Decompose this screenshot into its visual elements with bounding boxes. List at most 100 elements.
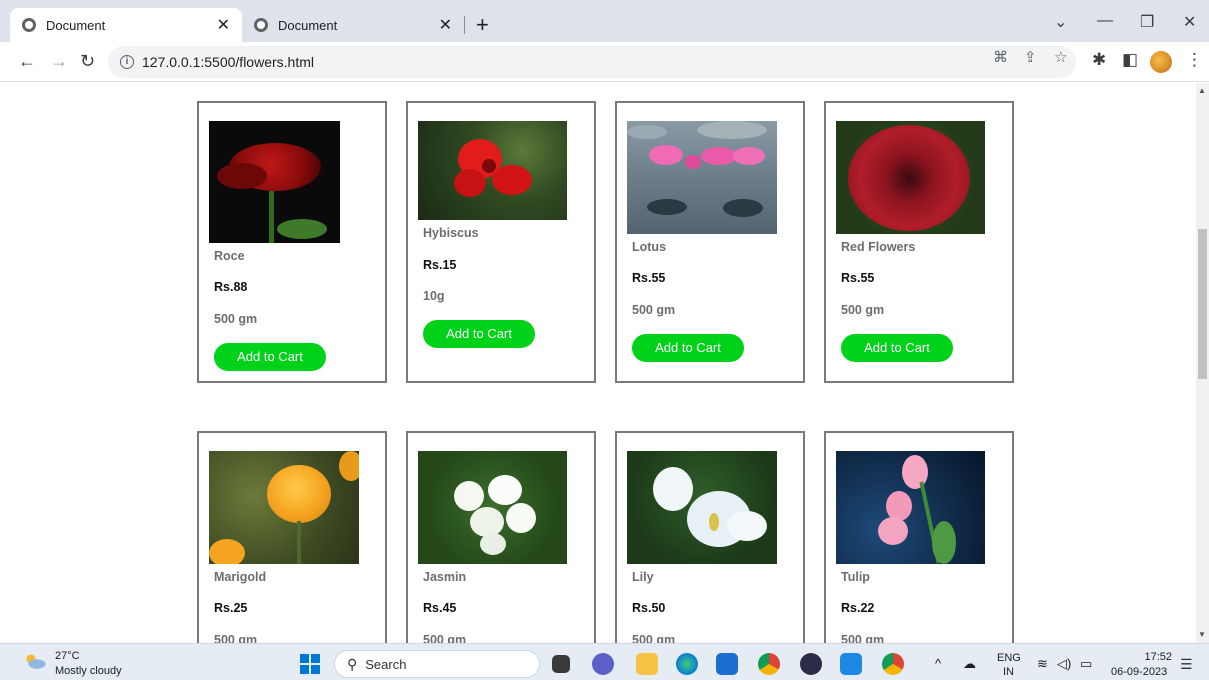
add-to-cart-button[interactable]: Add to Cart (841, 334, 953, 362)
product-card-tulip: Tulip Rs.22 500 gm (824, 431, 1014, 643)
close-tab-icon[interactable]: ✕ (217, 15, 230, 35)
notification-icon[interactable]: ☰ (1180, 656, 1193, 673)
product-price: Rs.25 (214, 601, 248, 615)
tab-separator (464, 16, 465, 34)
product-price: Rs.22 (841, 601, 875, 615)
product-weight: 500 gm (632, 633, 676, 643)
product-weight: 500 gm (841, 303, 885, 317)
product-weight: 500 gm (423, 633, 467, 643)
teams-chat-icon[interactable] (592, 653, 614, 675)
search-label: Search (365, 656, 407, 672)
taskbar-search[interactable]: ⚲ Search (334, 650, 540, 678)
microsoft-store-icon[interactable] (716, 653, 738, 675)
product-image (209, 121, 340, 243)
product-name: Marigold (214, 570, 267, 584)
product-name: Red Flowers (841, 240, 916, 254)
product-name: Hybiscus (423, 226, 479, 240)
product-price: Rs.50 (632, 601, 666, 615)
back-button[interactable]: ← (18, 50, 36, 72)
language-indicator[interactable]: ENG (997, 652, 1021, 664)
product-image (836, 451, 985, 564)
product-name: Lily (632, 570, 654, 584)
chrome-profile-icon[interactable] (882, 653, 904, 675)
windows-taskbar: 27°C Mostly cloudy ⚲ Search ^ ☁ ENG IN ≋… (0, 643, 1209, 680)
edge-browser-icon[interactable] (676, 653, 698, 675)
product-weight: 500 gm (632, 303, 676, 317)
add-to-cart-button[interactable]: Add to Cart (632, 334, 744, 362)
profile-avatar[interactable] (1150, 51, 1172, 73)
globe-icon (22, 18, 36, 32)
tab-title: Document (278, 17, 338, 33)
volume-icon[interactable]: ◁) (1057, 656, 1071, 672)
page-viewport: Roce Rs.88 500 gm Add to Cart Hybiscus R… (0, 83, 1196, 643)
product-price: Rs.55 (632, 271, 666, 285)
chevron-up-icon[interactable]: ^ (935, 656, 941, 671)
product-card-lily: Lily Rs.50 500 gm (615, 431, 805, 643)
product-weight: 500 gm (214, 633, 258, 643)
task-view-icon[interactable] (552, 655, 570, 673)
forward-button[interactable]: → (50, 50, 68, 72)
clock-time[interactable]: 17:52 (1142, 651, 1172, 663)
product-price: Rs.15 (423, 258, 457, 272)
scroll-thumb[interactable] (1198, 229, 1207, 379)
share-icon[interactable]: ⇪ (1024, 48, 1037, 66)
cloud-sun-icon[interactable] (24, 653, 46, 669)
product-weight: 500 gm (841, 633, 885, 643)
battery-icon[interactable]: ▭ (1080, 656, 1092, 672)
extensions-icon[interactable]: ✱ (1092, 50, 1106, 70)
product-card-marigold: Marigold Rs.25 500 gm (197, 431, 387, 643)
product-card-roce: Roce Rs.88 500 gm Add to Cart (197, 101, 387, 383)
menu-kebab-icon[interactable]: ⋮ (1186, 50, 1203, 70)
product-price: Rs.55 (841, 271, 875, 285)
scroll-up-arrow[interactable]: ▲ (1198, 86, 1206, 95)
side-panel-icon[interactable]: ◧ (1122, 50, 1138, 70)
app-icon[interactable] (800, 653, 822, 675)
file-explorer-icon[interactable] (636, 653, 658, 675)
reload-button[interactable]: ↻ (80, 50, 95, 72)
tab-document[interactable]: Document ✕ (242, 8, 464, 42)
close-window-button[interactable]: ✕ (1183, 12, 1196, 32)
scroll-down-arrow[interactable]: ▼ (1198, 630, 1206, 639)
clock-date[interactable]: 06-09-2023 (1111, 666, 1167, 678)
windows-start-icon[interactable] (300, 654, 320, 674)
product-image (209, 451, 359, 564)
product-weight: 10g (423, 289, 445, 303)
product-image (627, 121, 777, 234)
wifi-icon[interactable]: ≋ (1037, 656, 1048, 672)
tab-title: Document (46, 17, 106, 33)
tab-search-icon[interactable]: ⌄ (1054, 12, 1067, 32)
add-to-cart-button[interactable]: Add to Cart (214, 343, 326, 371)
product-weight: 500 gm (214, 312, 258, 326)
globe-icon (254, 18, 268, 32)
product-name: Lotus (632, 240, 667, 254)
tab-document-active[interactable]: Document ✕ (10, 8, 242, 42)
translate-icon[interactable]: ⌘ (993, 48, 1008, 66)
product-card-jasmin: Jasmin Rs.45 500 gm (406, 431, 596, 643)
product-name: Tulip (841, 570, 870, 584)
chrome-icon[interactable] (758, 653, 780, 675)
product-card-hybiscus: Hybiscus Rs.15 10g Add to Cart (406, 101, 596, 383)
weather-temperature[interactable]: 27°C (55, 650, 80, 662)
region-indicator[interactable]: IN (1003, 666, 1014, 678)
weather-description[interactable]: Mostly cloudy (55, 665, 122, 677)
address-bar[interactable]: i 127.0.0.1:5500/flowers.html (108, 46, 1076, 78)
bookmark-star-icon[interactable]: ☆ (1054, 48, 1067, 66)
close-tab-icon[interactable]: ✕ (439, 15, 452, 35)
onedrive-cloud-icon[interactable]: ☁ (963, 656, 976, 672)
add-to-cart-button[interactable]: Add to Cart (423, 320, 535, 348)
new-tab-button[interactable]: + (476, 12, 489, 38)
minimize-button[interactable]: — (1097, 12, 1113, 30)
browser-toolbar: ← → ↻ i 127.0.0.1:5500/flowers.html ⌘ ⇪ … (0, 42, 1209, 82)
vertical-scrollbar[interactable]: ▲ ▼ (1196, 83, 1209, 643)
info-icon[interactable]: i (120, 55, 134, 69)
url-text: 127.0.0.1:5500/flowers.html (142, 54, 314, 70)
product-price: Rs.45 (423, 601, 457, 615)
product-image (836, 121, 985, 234)
product-card-red-flowers: Red Flowers Rs.55 500 gm Add to Cart (824, 101, 1014, 383)
product-card-lotus: Lotus Rs.55 500 gm Add to Cart (615, 101, 805, 383)
product-name: Jasmin (423, 570, 467, 584)
product-image (418, 121, 567, 220)
product-name: Roce (214, 249, 245, 263)
vscode-icon[interactable] (840, 653, 862, 675)
restore-button[interactable]: ❐ (1140, 12, 1154, 32)
